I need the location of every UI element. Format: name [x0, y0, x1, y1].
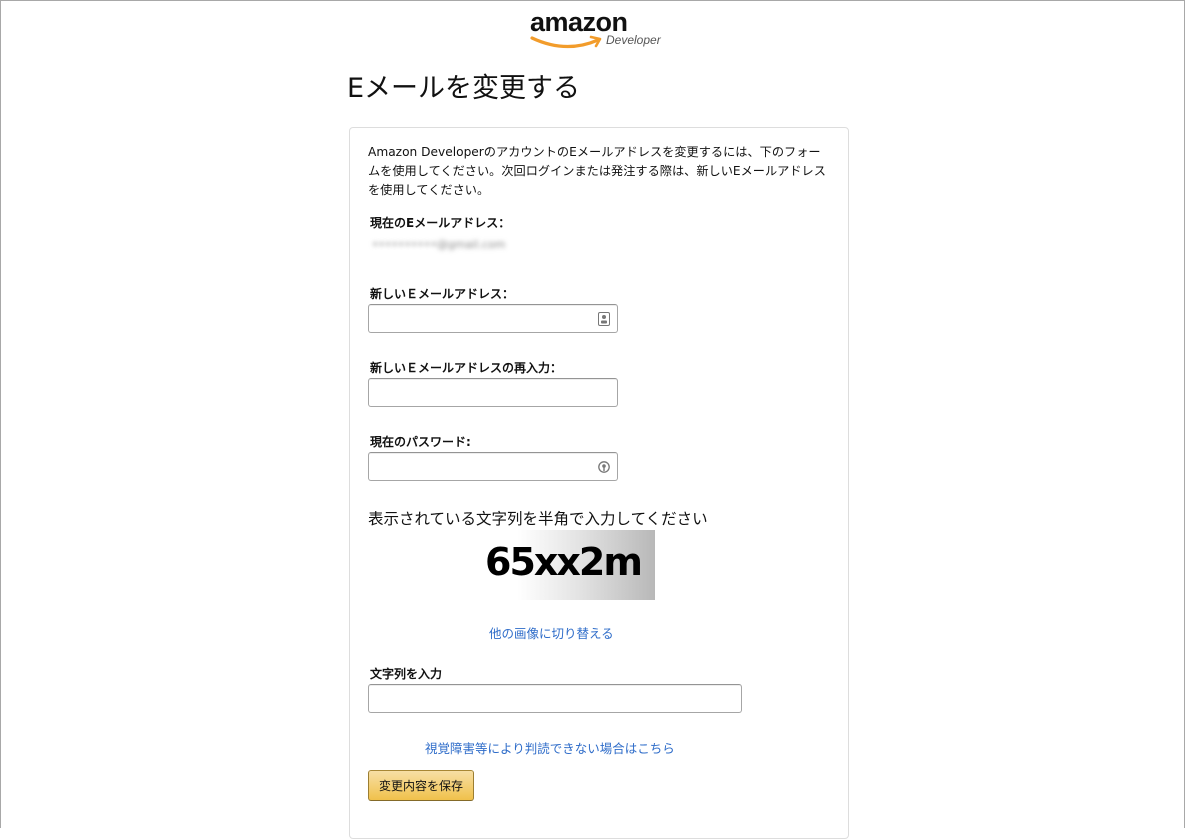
logo-subtitle: Developer: [606, 33, 661, 47]
accessibility-link[interactable]: 視覚障害等により判読できない場合はこちら: [425, 738, 675, 757]
switch-captcha-image-link[interactable]: 他の画像に切り替える: [489, 623, 614, 642]
intro-text: Amazon DeveloperのアカウントのEメールアドレスを変更するには、下…: [368, 145, 826, 197]
confirm-email-label: 新しいＥメールアドレスの再入力：: [370, 361, 563, 375]
new-email-input[interactable]: [368, 304, 618, 333]
save-changes-button[interactable]: 変更内容を保存: [368, 770, 475, 801]
password-input[interactable]: [368, 452, 618, 481]
captcha-image: 65xx2m: [483, 530, 655, 600]
captcha-input[interactable]: [368, 684, 742, 713]
captcha-prompt: 表示されている文字列を半角で入力してください: [368, 510, 708, 528]
save-changes-label: 変更内容を保存: [379, 779, 464, 793]
contact-card-icon[interactable]: [598, 312, 610, 326]
password-label: 現在のパスワード:: [370, 435, 471, 449]
page-title: Eメールを変更する: [347, 73, 581, 104]
current-email-label: 現在のEメールアドレス：: [370, 216, 511, 230]
new-email-label: 新しいＥメールアドレス：: [370, 287, 515, 301]
confirm-email-input[interactable]: [368, 378, 618, 407]
change-email-form: Amazon DeveloperのアカウントのEメールアドレスを変更するには、下…: [349, 127, 849, 839]
current-email-value: ••••••••••@gmail.com: [372, 238, 506, 251]
captcha-input-label: 文字列を入力: [370, 667, 443, 681]
smile-arrow-icon: [530, 35, 602, 49]
amazon-developer-logo[interactable]: amazon Developer: [528, 7, 673, 52]
password-key-icon[interactable]: [598, 460, 610, 474]
captcha-text: 65xx2m: [485, 540, 643, 584]
